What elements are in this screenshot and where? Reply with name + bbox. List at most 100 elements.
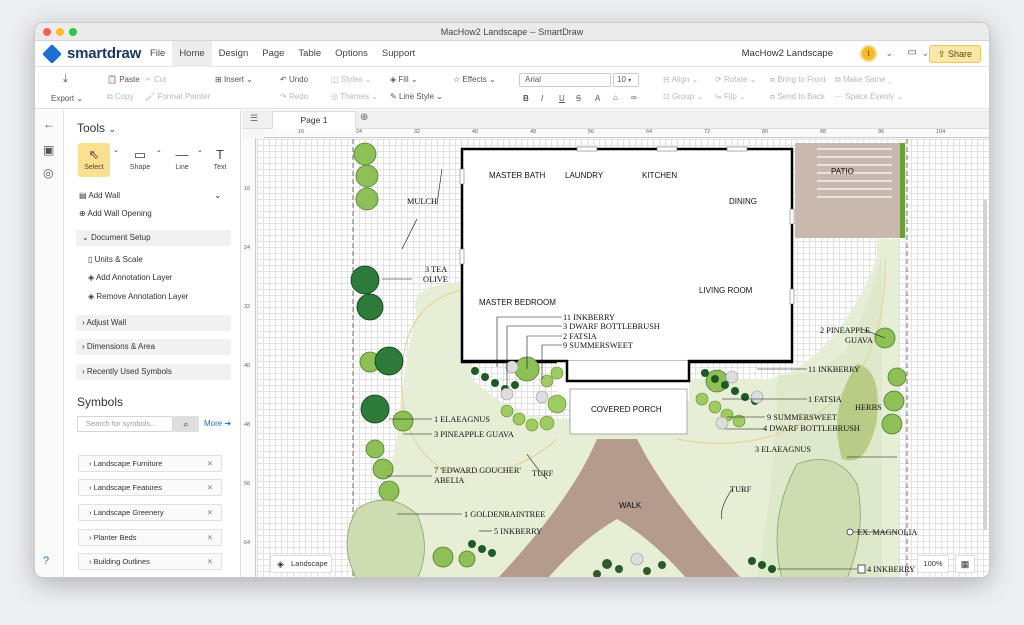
flip-button[interactable]: ⇋ Flip ⌄ xyxy=(715,92,746,101)
link-icon[interactable]: ∞ xyxy=(631,93,637,102)
library-landscape-greenery[interactable]: › Landscape Greenery ✕ xyxy=(78,504,222,521)
library-landscape-features[interactable]: › Landscape Features ✕ xyxy=(78,479,222,496)
label-inkberry-5[interactable]: 5 INKBERRY xyxy=(494,527,542,536)
symbol-search-input[interactable]: Search for symbols... xyxy=(77,416,173,432)
label-elaeagnus-1[interactable]: 1 ELAEAGNUS xyxy=(434,415,490,424)
database-icon[interactable]: ◎ xyxy=(43,166,53,180)
add-wall-item[interactable]: ▤ Add Wall xyxy=(79,191,120,200)
label-summersweet-9-right[interactable]: 9 SUMMERSWEET xyxy=(767,413,837,422)
align-button[interactable]: ⊟ Align ⌄ xyxy=(663,75,698,84)
room-kitchen[interactable]: KITCHEN xyxy=(642,171,677,180)
present-icon[interactable]: ▭ xyxy=(908,47,917,58)
label-tea-olive-2[interactable]: OLIVE xyxy=(423,275,448,284)
select-chevron-icon[interactable]: ⌄ xyxy=(113,146,119,154)
themes-button[interactable]: ◎ Themes ⌄ xyxy=(331,92,378,101)
adjust-wall-section[interactable]: › Adjust Wall xyxy=(76,315,231,331)
copy-button[interactable]: ⧉ Copy xyxy=(107,92,134,102)
room-master-bath[interactable]: MASTER BATH xyxy=(489,171,545,180)
shape-chevron-icon[interactable]: ⌄ xyxy=(156,146,162,154)
send-to-back-button[interactable]: ⧈ Send to Back xyxy=(770,92,825,102)
dimensions-area-section[interactable]: › Dimensions & Area xyxy=(76,339,231,355)
menu-file[interactable]: File xyxy=(143,41,172,67)
label-fatsia-2[interactable]: 2 FATSIA xyxy=(563,332,597,341)
space-evenly-button[interactable]: ⋯ Space Evenly ⌄ xyxy=(835,92,903,101)
add-page-icon[interactable]: ⊕ xyxy=(360,112,368,123)
room-dining[interactable]: DINING xyxy=(729,197,757,206)
share-button[interactable]: ⇪ Share xyxy=(928,45,981,63)
landscape-drawing[interactable]: MASTER BATH LAUNDRY KITCHEN DINING MASTE… xyxy=(257,139,989,577)
document-name[interactable]: MacHow2 Landscape xyxy=(742,41,833,67)
canvas-scrollbar[interactable] xyxy=(983,200,987,530)
close-icon[interactable]: ✕ xyxy=(207,480,213,495)
make-same-button[interactable]: ⧉ Make Same ⌄ xyxy=(835,75,892,85)
text-background-icon[interactable]: ⌂ xyxy=(613,93,618,102)
menu-support[interactable]: Support xyxy=(375,41,422,67)
label-inkberry-11[interactable]: 11 INKBERRY xyxy=(563,313,615,322)
menu-table[interactable]: Table xyxy=(291,41,328,67)
label-bottlebrush-4[interactable]: 4 DWARF BOTTLEBRUSH xyxy=(763,424,860,433)
font-family-select[interactable]: Arial xyxy=(519,73,611,87)
avatar-chevron-icon[interactable]: ⌄ xyxy=(885,48,893,59)
zoom-window-button[interactable] xyxy=(69,28,77,36)
close-window-button[interactable] xyxy=(43,28,51,36)
label-mulch[interactable]: MULCH xyxy=(407,197,437,206)
label-summersweet-9[interactable]: 9 SUMMERSWEET xyxy=(563,341,633,350)
rotate-button[interactable]: ⟳ Rotate ⌄ xyxy=(715,75,756,84)
label-goldenraintree[interactable]: 1 GOLDENRAINTREE xyxy=(464,510,545,519)
tools-heading[interactable]: Tools ⌄ xyxy=(77,121,116,135)
italic-icon[interactable]: I xyxy=(541,94,543,103)
room-walk[interactable]: WALK xyxy=(619,501,641,510)
menu-design[interactable]: Design xyxy=(212,41,256,67)
tool-line[interactable]: — Line xyxy=(166,143,198,177)
export-icon[interactable]: ⤓ xyxy=(63,73,68,86)
label-inkberry-4[interactable]: 4 INKBERRY xyxy=(867,565,915,574)
close-icon[interactable]: ✕ xyxy=(207,554,213,569)
more-symbols-link[interactable]: More ➜ xyxy=(204,419,231,428)
bring-to-front-button[interactable]: ⧈ Bring to Front xyxy=(770,75,826,85)
font-size-select[interactable]: 10 ▾ xyxy=(613,73,639,87)
label-turf-right[interactable]: TURF xyxy=(730,485,751,494)
label-bottlebrush-3[interactable]: 3 DWARF BOTTLEBRUSH xyxy=(563,322,660,331)
menu-page[interactable]: Page xyxy=(255,41,291,67)
label-tea-olive-1[interactable]: 3 TEA xyxy=(425,265,447,274)
add-wall-chevron-icon[interactable]: ⌄ xyxy=(214,190,222,201)
room-laundry[interactable]: LAUNDRY xyxy=(565,171,603,180)
menu-options[interactable]: Options xyxy=(328,41,375,67)
briefcase-icon[interactable]: ▣ xyxy=(43,143,54,157)
label-pineapple-guava-2b[interactable]: GUAVA xyxy=(845,336,873,345)
insert-button[interactable]: ⊞ Insert ⌄ xyxy=(215,75,253,84)
styles-button[interactable]: ◫ Styles ⌄ xyxy=(331,75,372,84)
label-pineapple-guava-2a[interactable]: 2 PINEAPPLE xyxy=(820,326,870,335)
label-elaeagnus-3[interactable]: 3 ELAEAGNUS xyxy=(755,445,811,454)
undo-button[interactable]: ↶ Undo xyxy=(280,75,308,84)
line-style-button[interactable]: ✎ Line Style ⌄ xyxy=(390,92,443,101)
menu-home[interactable]: Home xyxy=(172,40,212,67)
close-icon[interactable]: ✕ xyxy=(207,456,213,471)
label-herbs[interactable]: HERBS xyxy=(855,403,882,412)
map-icon[interactable]: ▦ xyxy=(955,555,975,573)
room-master-bedroom[interactable]: MASTER BEDROOM xyxy=(479,298,556,307)
text-color-icon[interactable]: A xyxy=(595,94,600,103)
zoom-level[interactable]: 100% xyxy=(917,555,949,573)
label-turf-left[interactable]: TURF xyxy=(532,469,553,478)
label-abelia-2[interactable]: ABELIA xyxy=(434,476,464,485)
cut-button[interactable]: ✂ Cut xyxy=(145,75,166,84)
page-tab-1[interactable]: Page 1 xyxy=(272,111,356,129)
recently-used-section[interactable]: › Recently Used Symbols xyxy=(76,364,231,380)
close-icon[interactable]: ✕ xyxy=(207,505,213,520)
format-painter-button[interactable]: 🖌 Format Painter xyxy=(145,92,210,101)
tool-shape[interactable]: ▭ Shape xyxy=(124,143,156,177)
minimize-window-button[interactable] xyxy=(56,28,64,36)
label-inkberry-11-right[interactable]: 11 INKBERRY xyxy=(808,365,860,374)
help-icon[interactable]: ? xyxy=(43,555,49,567)
add-annotation-layer-item[interactable]: ◈ Add Annotation Layer xyxy=(88,273,172,282)
close-icon[interactable]: ✕ xyxy=(207,530,213,545)
underline-icon[interactable]: U xyxy=(559,94,565,103)
app-logo[interactable]: smartdraw xyxy=(35,43,143,64)
fill-button[interactable]: ◈ Fill ⌄ xyxy=(390,75,418,84)
effects-button[interactable]: ☆ Effects ⌄ xyxy=(453,75,496,84)
room-patio[interactable]: PATIO xyxy=(831,167,854,176)
label-magnolia[interactable]: EX. MAGNOLIA xyxy=(857,528,917,537)
room-covered-porch[interactable]: COVERED PORCH xyxy=(591,405,662,414)
remove-annotation-layer-item[interactable]: ◈ Remove Annotation Layer xyxy=(88,292,188,301)
